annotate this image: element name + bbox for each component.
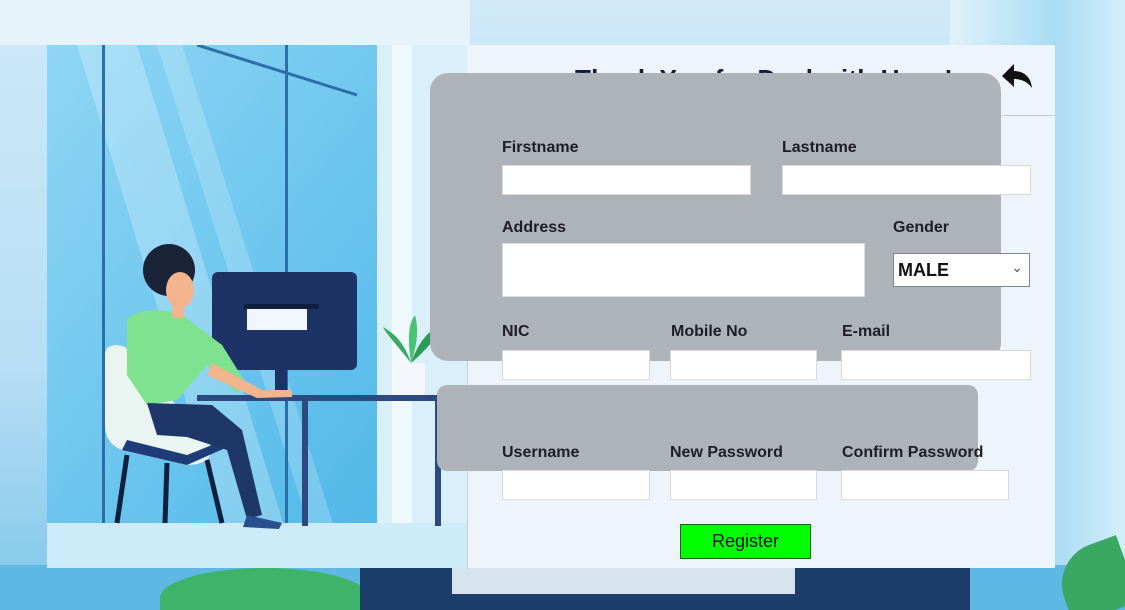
gender-select[interactable]: MALE ⌄ [893, 253, 1030, 287]
new-password-input[interactable] [670, 470, 817, 500]
email-label: E-mail [842, 323, 891, 340]
address-label: Address [502, 219, 567, 236]
username-label: Username [502, 444, 580, 461]
register-button[interactable]: Register [680, 524, 811, 559]
personal-info-panel [430, 73, 1001, 361]
back-button[interactable] [1000, 62, 1034, 94]
lastname-input[interactable] [782, 165, 1031, 195]
confirm-password-input[interactable] [841, 470, 1009, 500]
username-input[interactable] [502, 470, 650, 500]
office-illustration [47, 45, 467, 568]
gender-label: Gender [893, 219, 950, 236]
mobile-input[interactable] [670, 350, 817, 380]
new-password-label: New Password [670, 444, 783, 461]
nic-label: NIC [502, 323, 530, 340]
nic-input[interactable] [502, 350, 650, 380]
confirm-password-label: Confirm Password [842, 444, 984, 461]
firstname-input[interactable] [502, 165, 751, 195]
person-at-computer-illustration [47, 45, 467, 568]
lastname-label: Lastname [782, 139, 857, 156]
back-arrow-icon [1002, 64, 1032, 88]
email-input[interactable] [841, 350, 1031, 380]
chevron-down-icon: ⌄ [1011, 259, 1023, 275]
mobile-label: Mobile No [671, 323, 748, 340]
gender-select-value: MALE [898, 260, 949, 280]
background-window [0, 0, 470, 45]
address-input[interactable] [502, 243, 865, 297]
firstname-label: Firstname [502, 139, 579, 156]
background-paper [452, 568, 795, 594]
